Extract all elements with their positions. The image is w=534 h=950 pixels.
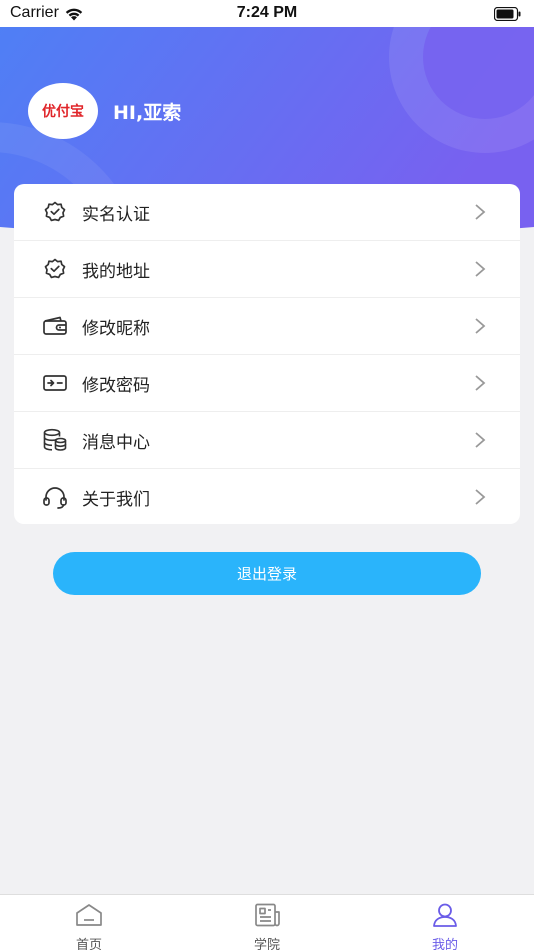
news-icon [252,902,282,932]
user-icon [430,902,460,932]
menu-item-label: 修改密码 [82,375,150,396]
headset-icon [42,485,68,511]
menu-item-label: 消息中心 [82,432,150,453]
database-icon [42,427,68,453]
tab-academy[interactable]: 学院 [178,895,356,950]
logout-button[interactable]: 退出登录 [53,552,481,595]
menu-item-label: 我的地址 [82,261,150,282]
wallet-icon [42,313,68,339]
battery-icon [493,6,522,25]
status-bar: Carrier 7:24 PM [0,0,534,27]
avatar-logo-text: 优付宝 [42,104,84,120]
menu-item-label: 关于我们 [82,490,150,510]
avatar[interactable]: 优付宝 [28,83,98,139]
chevron-right-icon [474,203,486,225]
tab-bar: 首页 学院 我的 [0,894,534,950]
tab-label: 我的 [431,938,458,950]
password-card-icon [42,370,68,396]
menu-item-password[interactable]: 修改密码 [14,355,520,412]
menu-item-label: 修改昵称 [82,318,150,339]
tab-mine[interactable]: 我的 [356,895,534,950]
tab-home[interactable]: 首页 [0,895,178,950]
chevron-right-icon [474,374,486,396]
chevron-right-icon [474,317,486,339]
user-greeting: HI,亚索 [113,102,182,124]
status-time: 7:24 PM [236,4,298,21]
home-icon [74,902,104,932]
chevron-right-icon [474,431,486,453]
menu-item-messages[interactable]: 消息中心 [14,412,520,469]
menu-item-about[interactable]: 关于我们 [14,469,520,524]
tab-label: 首页 [75,938,102,950]
chevron-right-icon [474,260,486,282]
settings-menu: 实名认证 我的地址 修改昵称 修改密码 消息中心 关于我们 [14,184,520,524]
menu-item-label: 实名认证 [82,204,150,225]
menu-item-verification[interactable]: 实名认证 [14,184,520,241]
address-badge-icon [42,256,68,282]
verified-badge-icon [42,199,68,225]
tab-label: 学院 [253,938,280,950]
chevron-right-icon [474,488,486,510]
menu-item-nickname[interactable]: 修改昵称 [14,298,520,355]
menu-item-address[interactable]: 我的地址 [14,241,520,298]
